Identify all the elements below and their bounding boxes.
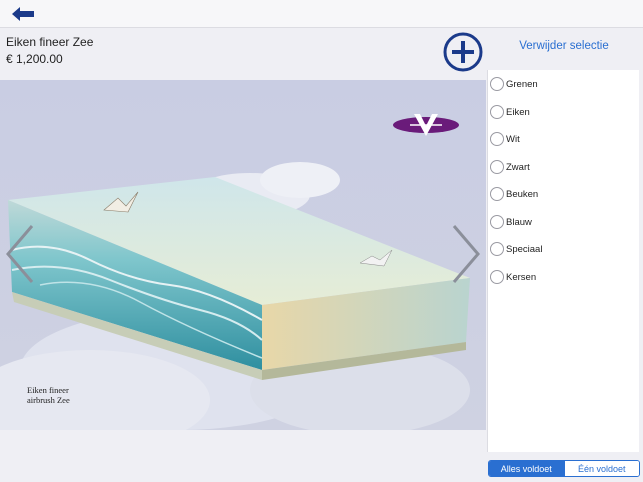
radio-button[interactable] <box>490 160 504 174</box>
filter-label: Blauw <box>506 216 532 228</box>
filter-item-wit[interactable]: Wit <box>488 128 638 150</box>
brand-logo-icon <box>393 114 459 136</box>
radio-button[interactable] <box>490 77 504 91</box>
add-button[interactable] <box>443 32 483 72</box>
clear-selection-button[interactable]: Verwijder selectie <box>498 40 630 52</box>
filter-item-zwart[interactable]: Zwart <box>488 156 638 178</box>
filter-label: Wit <box>506 133 520 145</box>
filter-item-grenen[interactable]: Grenen <box>488 73 638 95</box>
filter-label: Speciaal <box>506 243 543 255</box>
product-image-gallery[interactable]: Eiken fineer airbrush Zee <box>0 80 486 430</box>
filter-item-eiken[interactable]: Eiken <box>488 101 638 123</box>
radio-button[interactable] <box>490 105 504 119</box>
radio-button[interactable] <box>490 187 504 201</box>
filter-panel: Grenen Eiken Wit Zwart Beuken Blauw Spec… <box>487 70 639 452</box>
caption-line-1: Eiken fineer <box>27 385 69 395</box>
filter-item-kersen[interactable]: Kersen <box>488 266 638 288</box>
match-mode-segmented-control: Alles voldoet Één voldoet <box>488 460 640 477</box>
filter-item-beuken[interactable]: Beuken <box>488 183 638 205</box>
chevron-right-icon <box>452 225 480 283</box>
product-price: € 1,200.00 <box>6 52 63 66</box>
radio-button[interactable] <box>490 132 504 146</box>
filter-label: Grenen <box>506 78 538 90</box>
previous-image-button[interactable] <box>4 224 38 284</box>
filter-label: Zwart <box>506 161 530 173</box>
filter-label: Beuken <box>506 188 539 200</box>
filter-label: Kersen <box>506 271 537 283</box>
top-navigation-bar <box>0 0 643 28</box>
radio-button[interactable] <box>490 215 504 229</box>
filter-item-speciaal[interactable]: Speciaal <box>488 238 638 260</box>
caption-line-2: airbrush Zee <box>27 395 70 405</box>
image-caption: Eiken fineer airbrush Zee <box>27 385 70 405</box>
filter-label: Eiken <box>506 106 530 118</box>
radio-button[interactable] <box>490 270 504 284</box>
match-one-segment[interactable]: Één voldoet <box>563 461 639 476</box>
match-all-segment[interactable]: Alles voldoet <box>489 461 564 476</box>
next-image-button[interactable] <box>448 224 482 284</box>
product-title: Eiken fineer Zee <box>6 35 94 49</box>
chevron-left-icon <box>6 225 34 283</box>
filter-item-blauw[interactable]: Blauw <box>488 211 638 233</box>
radio-button[interactable] <box>490 242 504 256</box>
back-arrow-icon[interactable] <box>10 6 36 22</box>
